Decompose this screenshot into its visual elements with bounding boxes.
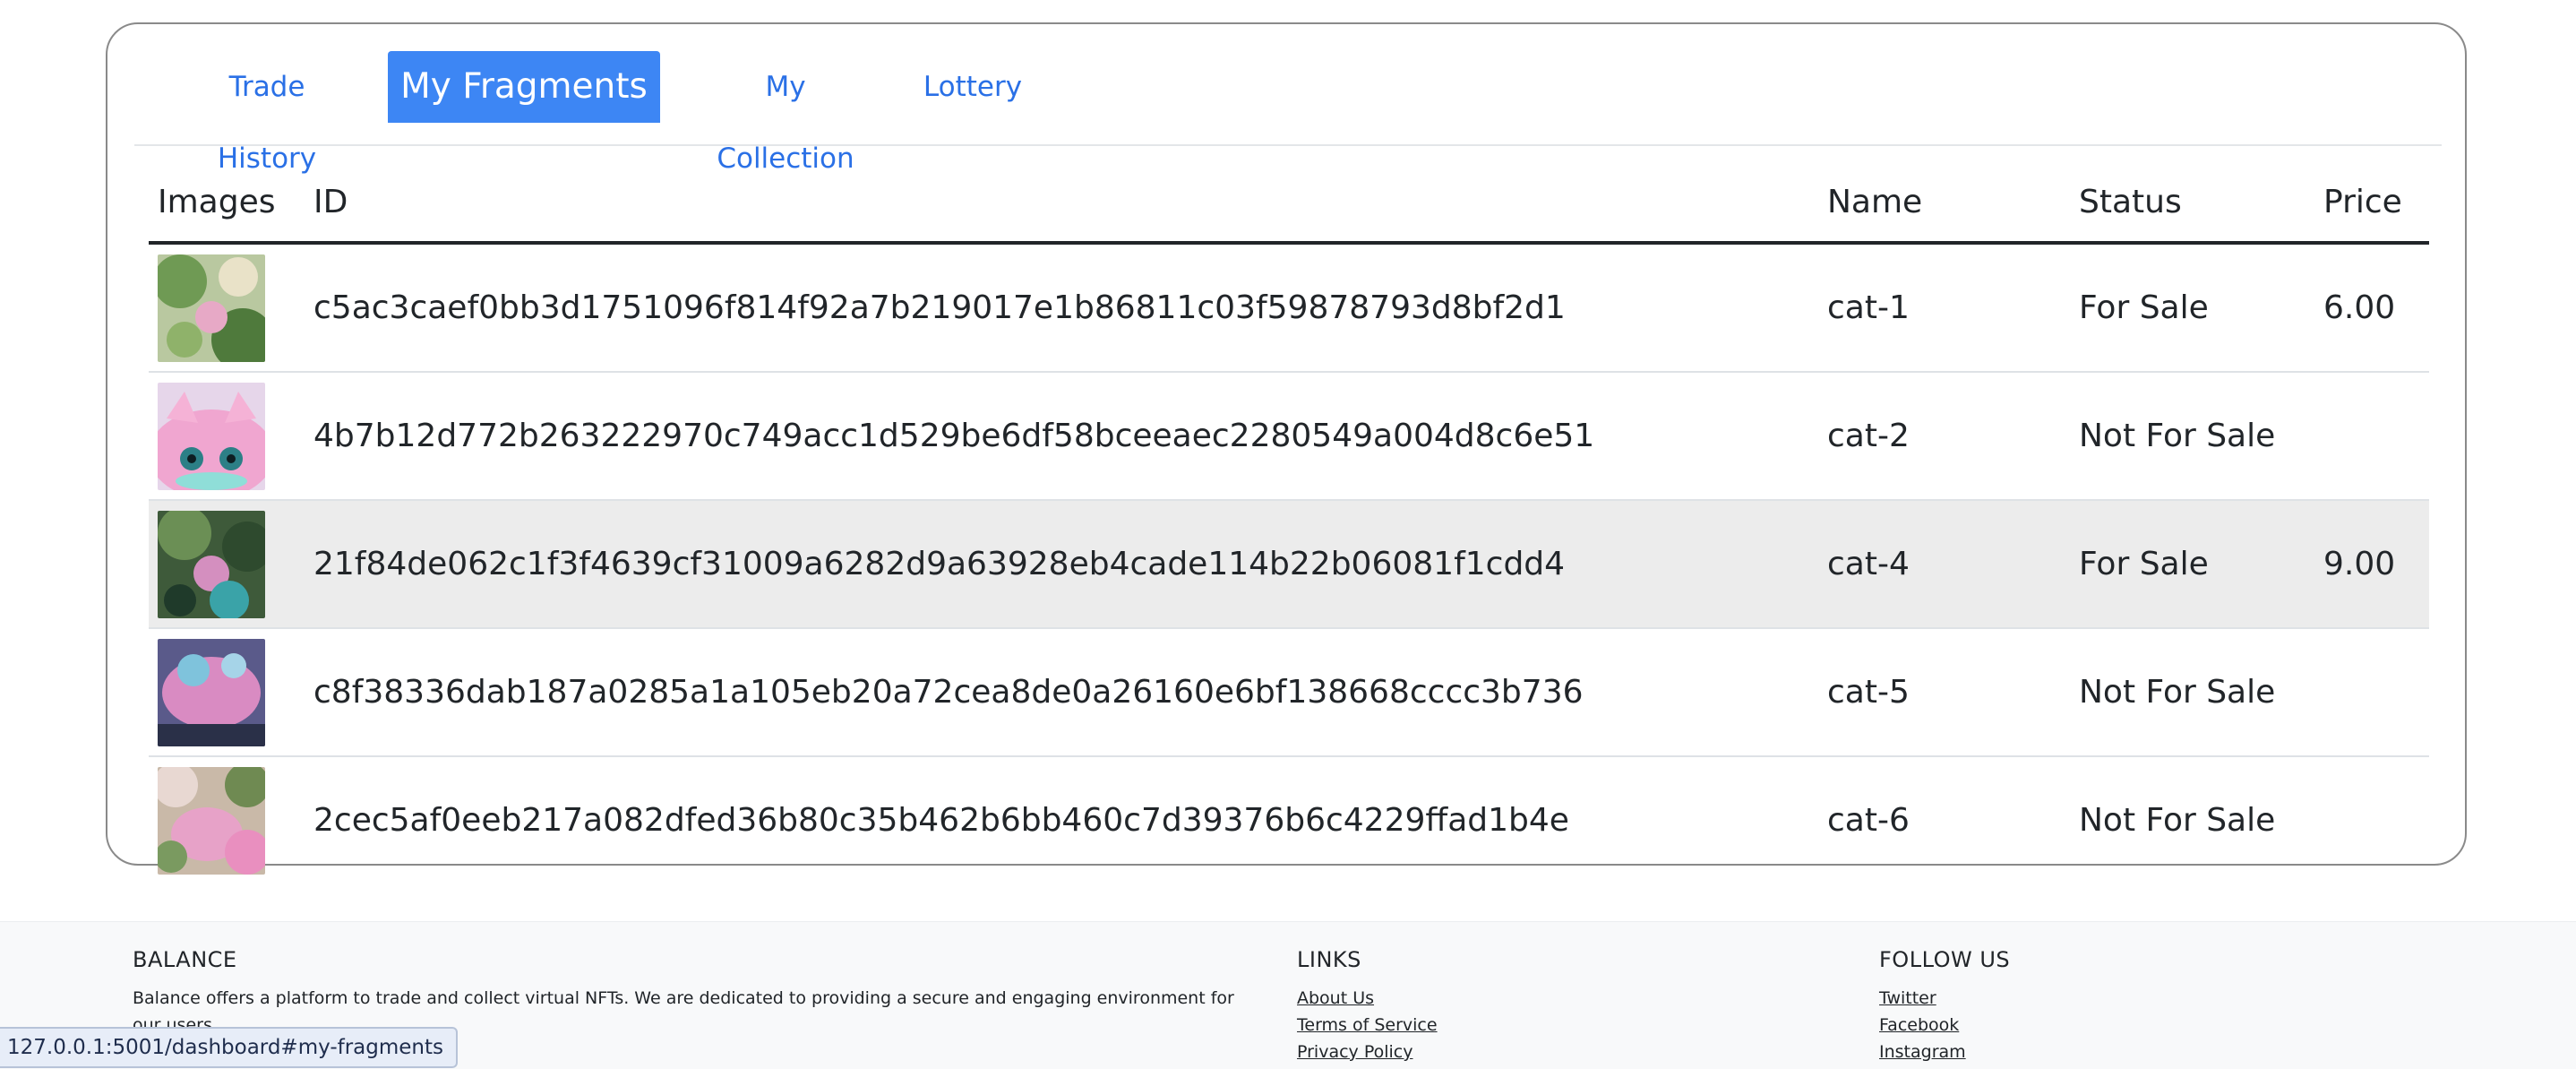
fragment-name: cat-2 xyxy=(1827,418,1910,454)
footer-links-column: LINKS About Us Terms of Service Privacy … xyxy=(1297,947,1438,1065)
footer-follow-heading: FOLLOW US xyxy=(1879,947,2011,972)
dashboard-card: Trade History My Fragments My Collection… xyxy=(106,22,2467,875)
table-header: Images ID Name Status Price xyxy=(149,164,2429,245)
browser-status-url: 127.0.0.1:5001/dashboard#my-fragments xyxy=(0,1027,458,1068)
fragment-id: 21f84de062c1f3f4639cf31009a6282d9a63928e… xyxy=(313,546,1566,582)
cat-thumbnail-image xyxy=(158,511,265,618)
fragment-status: Not For Sale xyxy=(2079,802,2276,839)
fragment-status: For Sale xyxy=(2079,546,2209,582)
footer-link-instagram[interactable]: Instagram xyxy=(1879,1039,2010,1065)
fragment-status: For Sale xyxy=(2079,289,2209,326)
fragment-status: Not For Sale xyxy=(2079,418,2276,454)
fragment-id: c8f38336dab187a0285a1a105eb20a72cea8de0a… xyxy=(313,674,1584,711)
footer-brand-column: BALANCE Balance offers a platform to tra… xyxy=(133,947,1234,1039)
tab-my-collection[interactable]: My Collection xyxy=(684,51,887,175)
footer-link-about-us[interactable]: About Us xyxy=(1297,985,1438,1012)
table-row[interactable]: c8f38336dab187a0285a1a105eb20a72cea8de0a… xyxy=(149,629,2429,757)
fragment-name: cat-1 xyxy=(1827,289,1910,326)
footer-brand-heading: BALANCE xyxy=(133,947,237,972)
tab-bar: Trade History My Fragments My Collection… xyxy=(134,51,2442,175)
fragment-name: cat-6 xyxy=(1827,802,1910,839)
header-images: Images xyxy=(158,184,276,220)
fragment-id: 4b7b12d772b263222970c749acc1d529be6df58b… xyxy=(313,418,1595,454)
fragment-price: 6.00 xyxy=(2323,289,2396,326)
header-id: ID xyxy=(313,184,348,220)
header-price: Price xyxy=(2323,184,2402,220)
footer-link-facebook[interactable]: Facebook xyxy=(1879,1012,2010,1039)
cat-thumbnail-image xyxy=(158,639,265,746)
cat-thumbnail-image xyxy=(158,254,265,362)
header-status: Status xyxy=(2079,184,2182,220)
tab-trade-history[interactable]: Trade History xyxy=(170,51,364,175)
fragment-status: Not For Sale xyxy=(2079,674,2276,711)
table-row[interactable]: 2cec5af0eeb217a082dfed36b80c35b462b6bb46… xyxy=(149,757,2429,884)
header-name: Name xyxy=(1827,184,1923,220)
table-row[interactable]: c5ac3caef0bb3d1751096f814f92a7b219017e1b… xyxy=(149,245,2429,373)
fragment-price: 9.00 xyxy=(2323,546,2396,582)
tab-my-fragments[interactable]: My Fragments xyxy=(388,51,660,123)
footer-link-terms[interactable]: Terms of Service xyxy=(1297,1012,1438,1039)
tab-lottery[interactable]: Lottery xyxy=(911,51,1035,123)
fragment-name: cat-5 xyxy=(1827,674,1910,711)
cat-thumbnail-image xyxy=(158,383,265,490)
footer-link-twitter[interactable]: Twitter xyxy=(1879,985,2010,1012)
fragment-name: cat-4 xyxy=(1827,546,1910,582)
footer-follow-column: FOLLOW US Twitter Facebook Instagram xyxy=(1879,947,2010,1065)
footer-link-privacy[interactable]: Privacy Policy xyxy=(1297,1039,1438,1065)
footer-links-heading: LINKS xyxy=(1297,947,1361,972)
fragments-table: Images ID Name Status Price c5ac3caef0bb… xyxy=(149,164,2429,884)
table-row[interactable]: 4b7b12d772b263222970c749acc1d529be6df58b… xyxy=(149,373,2429,501)
fragment-id: 2cec5af0eeb217a082dfed36b80c35b462b6bb46… xyxy=(313,802,1569,839)
fragment-id: c5ac3caef0bb3d1751096f814f92a7b219017e1b… xyxy=(313,289,1566,326)
cat-thumbnail-image xyxy=(158,767,265,875)
table-row[interactable]: 21f84de062c1f3f4639cf31009a6282d9a63928e… xyxy=(149,501,2429,629)
